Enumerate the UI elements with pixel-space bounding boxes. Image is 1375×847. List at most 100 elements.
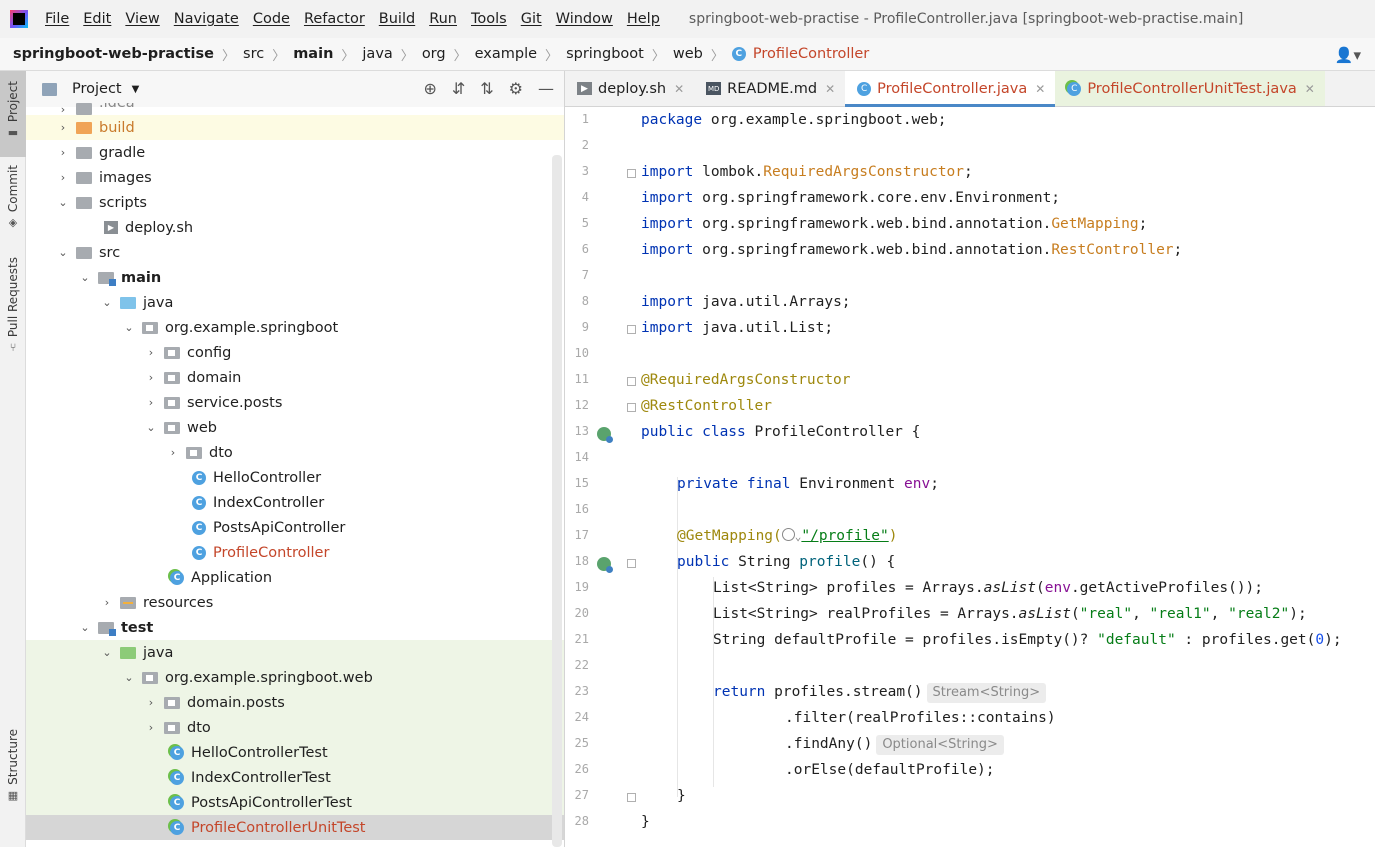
locate-icon[interactable]: ⊕ (423, 79, 436, 98)
tree-item[interactable]: C PostsApiControllerTest (26, 790, 564, 815)
user-icon[interactable]: 👤▾ (1335, 46, 1361, 64)
tree-item[interactable]: C Application (26, 565, 564, 590)
chevron-down-icon[interactable]: ⌄ (56, 196, 70, 209)
menu-run[interactable]: Run (422, 11, 464, 27)
breadcrumb-src[interactable]: src (243, 46, 264, 62)
spring-mapping-gutter-icon[interactable] (597, 557, 613, 573)
chevron-right-icon[interactable]: › (56, 121, 70, 134)
close-icon[interactable]: ✕ (825, 82, 835, 96)
tree-item[interactable]: › dto (26, 440, 564, 465)
tree-item[interactable]: › dto (26, 715, 564, 740)
minimize-icon[interactable]: — (538, 79, 554, 98)
collapse-all-icon[interactable]: ⇅ (480, 79, 493, 98)
tree-item[interactable]: ⌄ org.example.springboot.web (26, 665, 564, 690)
fold-icon[interactable] (627, 377, 636, 386)
breadcrumb-project[interactable]: springboot-web-practise (13, 46, 214, 62)
tree-item[interactable]: › domain (26, 365, 564, 390)
breadcrumb-web[interactable]: web (673, 46, 703, 62)
gear-icon[interactable]: ⚙ (509, 79, 523, 98)
close-icon[interactable]: ✕ (1305, 82, 1315, 96)
chevron-down-icon[interactable]: ⌄ (100, 296, 114, 309)
chevron-right-icon[interactable]: › (56, 171, 70, 184)
tree-item[interactable]: C ProfileController (26, 540, 564, 565)
tool-tab-project[interactable]: Project ▬ (0, 71, 26, 157)
tree-item[interactable]: › images (26, 165, 564, 190)
breadcrumb-java[interactable]: java (362, 46, 392, 62)
tree-item[interactable]: C IndexController (26, 490, 564, 515)
tree-item[interactable]: › build (26, 115, 564, 140)
breadcrumb-example[interactable]: example (475, 46, 537, 62)
fold-icon[interactable] (627, 403, 636, 412)
breadcrumb-main[interactable]: main (293, 46, 333, 62)
menu-navigate[interactable]: Navigate (167, 11, 246, 27)
chevron-down-icon[interactable]: ⌄ (144, 421, 158, 434)
globe-icon[interactable] (781, 528, 795, 541)
chevron-right-icon[interactable]: › (100, 596, 114, 609)
breadcrumb-springboot[interactable]: springboot (566, 46, 644, 62)
spring-bean-gutter-icon[interactable] (597, 427, 613, 443)
tab-deploy-sh[interactable]: ▶ deploy.sh ✕ (565, 71, 694, 106)
tree-item[interactable]: C HelloController (26, 465, 564, 490)
chevron-right-icon[interactable]: › (144, 396, 158, 409)
tree-item-selected[interactable]: C ProfileControllerUnitTest (26, 815, 564, 840)
tree-item[interactable]: › domain.posts (26, 690, 564, 715)
tab-profilecontrollerunittest-java[interactable]: C ProfileControllerUnitTest.java ✕ (1055, 71, 1325, 106)
menu-edit[interactable]: Edit (76, 11, 118, 27)
tree-item[interactable]: ⌄ org.example.springboot (26, 315, 564, 340)
chevron-down-icon[interactable]: ⌄ (78, 271, 92, 284)
chevron-down-icon[interactable]: ▼ (132, 84, 140, 95)
menu-git[interactable]: Git (514, 11, 549, 27)
tree-item[interactable]: ⌄ main (26, 265, 564, 290)
tree-item[interactable]: ⌄ java (26, 290, 564, 315)
menu-tools[interactable]: Tools (464, 11, 514, 27)
chevron-down-icon[interactable]: ⌄ (100, 646, 114, 659)
editor-gutter[interactable]: 1 2 3 4 5 6 7 8 9 10 11 12 13 14 15 16 1… (565, 107, 636, 847)
tree-item[interactable]: › .idea (26, 103, 564, 115)
fold-icon[interactable] (627, 559, 636, 568)
chevron-right-icon[interactable]: › (56, 146, 70, 159)
tree-item[interactable]: ▶ deploy.sh (26, 215, 564, 240)
chevron-down-icon[interactable]: ⌄ (56, 246, 70, 259)
chevron-down-icon[interactable]: ⌄ (122, 321, 136, 334)
chevron-down-icon[interactable]: ⌄ (78, 621, 92, 634)
fold-icon[interactable] (627, 169, 636, 178)
tree-item[interactable]: C IndexControllerTest (26, 765, 564, 790)
tree-item[interactable]: C PostsApiController (26, 515, 564, 540)
chevron-right-icon[interactable]: › (144, 696, 158, 709)
tree-item[interactable]: ⌄ test (26, 615, 564, 640)
chevron-right-icon[interactable]: › (56, 103, 70, 115)
chevron-down-icon[interactable]: ⌄ (122, 671, 136, 684)
menu-file[interactable]: File (38, 11, 76, 27)
chevron-right-icon[interactable]: › (166, 446, 180, 459)
expand-all-icon[interactable]: ⇵ (452, 79, 465, 98)
close-icon[interactable]: ✕ (674, 82, 684, 96)
menu-build[interactable]: Build (372, 11, 422, 27)
breadcrumb-org[interactable]: org (422, 46, 446, 62)
tree-item[interactable]: ⌄ web (26, 415, 564, 440)
tree-item[interactable]: › service.posts (26, 390, 564, 415)
tree-item[interactable]: ⌄ scripts (26, 190, 564, 215)
project-scrollbar[interactable] (552, 155, 562, 847)
chevron-right-icon[interactable]: › (144, 721, 158, 734)
tool-tab-commit[interactable]: Commit ◈ (0, 165, 26, 235)
chevron-right-icon[interactable]: › (144, 346, 158, 359)
code-editor[interactable]: package org.example.springboot.web; impo… (641, 107, 1375, 847)
fold-icon[interactable] (627, 325, 636, 334)
chevron-right-icon[interactable]: › (144, 371, 158, 384)
breadcrumb-profilecontroller[interactable]: ProfileController (753, 46, 869, 62)
close-icon[interactable]: ✕ (1035, 82, 1045, 96)
menu-code[interactable]: Code (246, 11, 297, 27)
tree-item[interactable]: › gradle (26, 140, 564, 165)
tool-tab-structure[interactable]: Structure ▦ (0, 729, 26, 811)
tool-tab-pull-requests[interactable]: Pull Requests ⑂ (0, 257, 26, 367)
project-panel-title[interactable]: Project (72, 81, 122, 97)
tab-readme-md[interactable]: MD README.md ✕ (694, 71, 845, 106)
menu-view[interactable]: View (118, 11, 166, 27)
fold-icon[interactable] (627, 793, 636, 802)
tree-item[interactable]: ⌄ src (26, 240, 564, 265)
menu-help[interactable]: Help (620, 11, 667, 27)
tree-item[interactable]: C HelloControllerTest (26, 740, 564, 765)
menu-window[interactable]: Window (549, 11, 620, 27)
tree-item[interactable]: ⌄ java (26, 640, 564, 665)
tab-profilecontroller-java[interactable]: C ProfileController.java ✕ (845, 71, 1056, 107)
